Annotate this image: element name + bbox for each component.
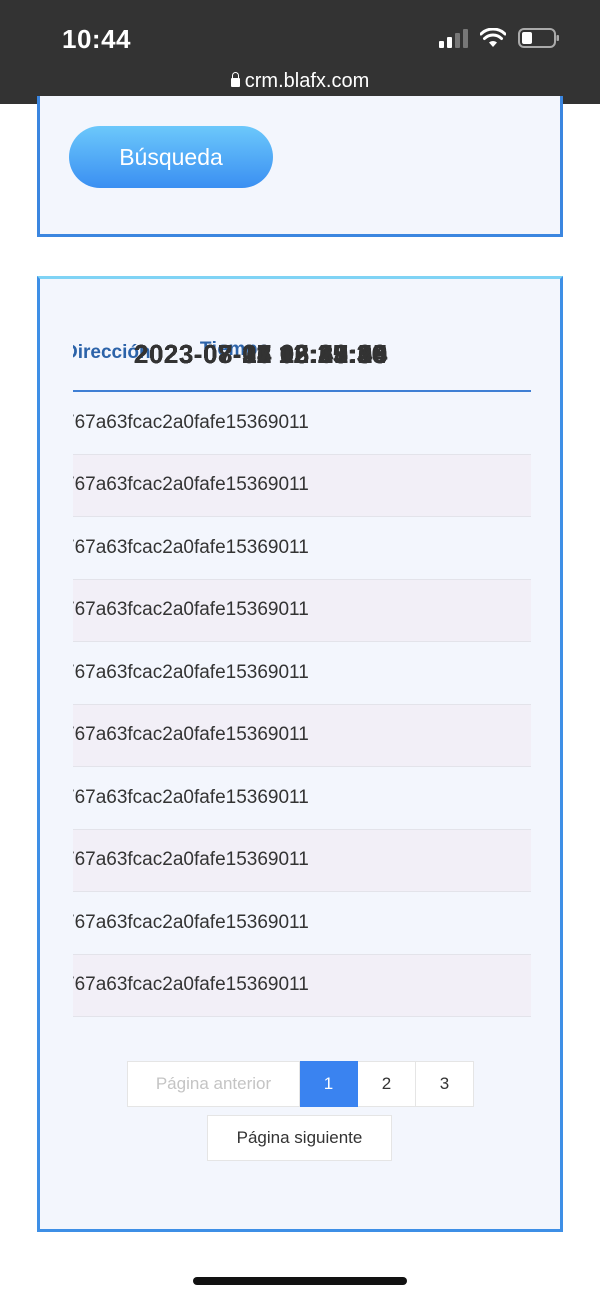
- cellular-signal-icon: [439, 28, 468, 48]
- page-button-1[interactable]: 1: [300, 1061, 358, 1107]
- table-row: 767a63fcac2a0fafe15369011 2023-07-11 12:2…: [73, 339, 531, 892]
- next-page-button[interactable]: Página siguiente: [207, 1115, 392, 1161]
- cell-address: 767a63fcac2a0fafe15369011: [73, 599, 309, 621]
- search-button[interactable]: Búsqueda: [69, 126, 273, 188]
- pagination: Página anterior 123: [127, 1061, 474, 1107]
- status-bar: 10:44 crm.blafx.com: [0, 0, 600, 104]
- table-row: 767a63fcac2a0fafe15369011 2023-07-16 05:2…: [73, 339, 531, 767]
- address-bar[interactable]: crm.blafx.com: [0, 70, 600, 93]
- table-row: 767a63fcac2a0fafe15369011 2023-08-14 06:1…: [73, 339, 531, 517]
- battery-icon: [518, 28, 560, 48]
- previous-page-button[interactable]: Página anterior: [127, 1061, 300, 1107]
- cell-address: 767a63fcac2a0fafe15369011: [73, 661, 309, 683]
- cell-address: 767a63fcac2a0fafe15369011: [73, 911, 309, 933]
- table-row: 767a63fcac2a0fafe15369011 2023-07-12 23:4…: [73, 339, 531, 830]
- cell-address: 767a63fcac2a0fafe15369011: [73, 411, 309, 433]
- table-row: 767a63fcac2a0fafe15369011 2023-08-28 13:4…: [73, 339, 531, 455]
- url-text: crm.blafx.com: [244, 70, 370, 92]
- cell-address: 767a63fcac2a0fafe15369011: [73, 724, 309, 746]
- cell-address: 767a63fcac2a0fafe15369011: [73, 474, 309, 496]
- records-panel: Dirección Tiempo 767a63fcac2a0fafe153690…: [37, 276, 563, 1232]
- home-indicator: [193, 1277, 407, 1285]
- cell-address: 767a63fcac2a0fafe15369011: [73, 536, 309, 558]
- search-panel: Búsqueda: [37, 96, 563, 237]
- table-row: 767a63fcac2a0fafe15369011 2023-07-17 08:2…: [73, 339, 531, 705]
- table-row: 767a63fcac2a0fafe15369011 2023-07-24 03:5…: [73, 339, 531, 642]
- page-button-2[interactable]: 2: [358, 1061, 416, 1107]
- records-table-scroll[interactable]: Dirección Tiempo 767a63fcac2a0fafe153690…: [73, 315, 531, 1017]
- page-button-3[interactable]: 3: [416, 1061, 474, 1107]
- cell-address: 767a63fcac2a0fafe15369011: [73, 786, 309, 808]
- status-icons: [439, 28, 560, 48]
- lock-icon: [230, 72, 240, 87]
- wifi-icon: [480, 28, 506, 48]
- status-time: 10:44: [62, 24, 131, 54]
- cell-time: 2023-07-07 12:29:25: [134, 339, 388, 369]
- table-row: 767a63fcac2a0fafe15369011 2023-07-07 12:2…: [73, 339, 531, 1017]
- cell-address: 767a63fcac2a0fafe15369011: [73, 974, 309, 996]
- table-row: 767a63fcac2a0fafe15369011 2023-07-31 08:1…: [73, 339, 531, 580]
- cell-address: 767a63fcac2a0fafe15369011: [73, 849, 309, 871]
- table-row: 767a63fcac2a0fafe15369011 2023-07-07 13:1…: [73, 339, 531, 955]
- records-table: Dirección Tiempo 767a63fcac2a0fafe153690…: [73, 315, 531, 1017]
- table-body: 767a63fcac2a0fafe15369011 2023-08-28 13:4…: [73, 339, 531, 1017]
